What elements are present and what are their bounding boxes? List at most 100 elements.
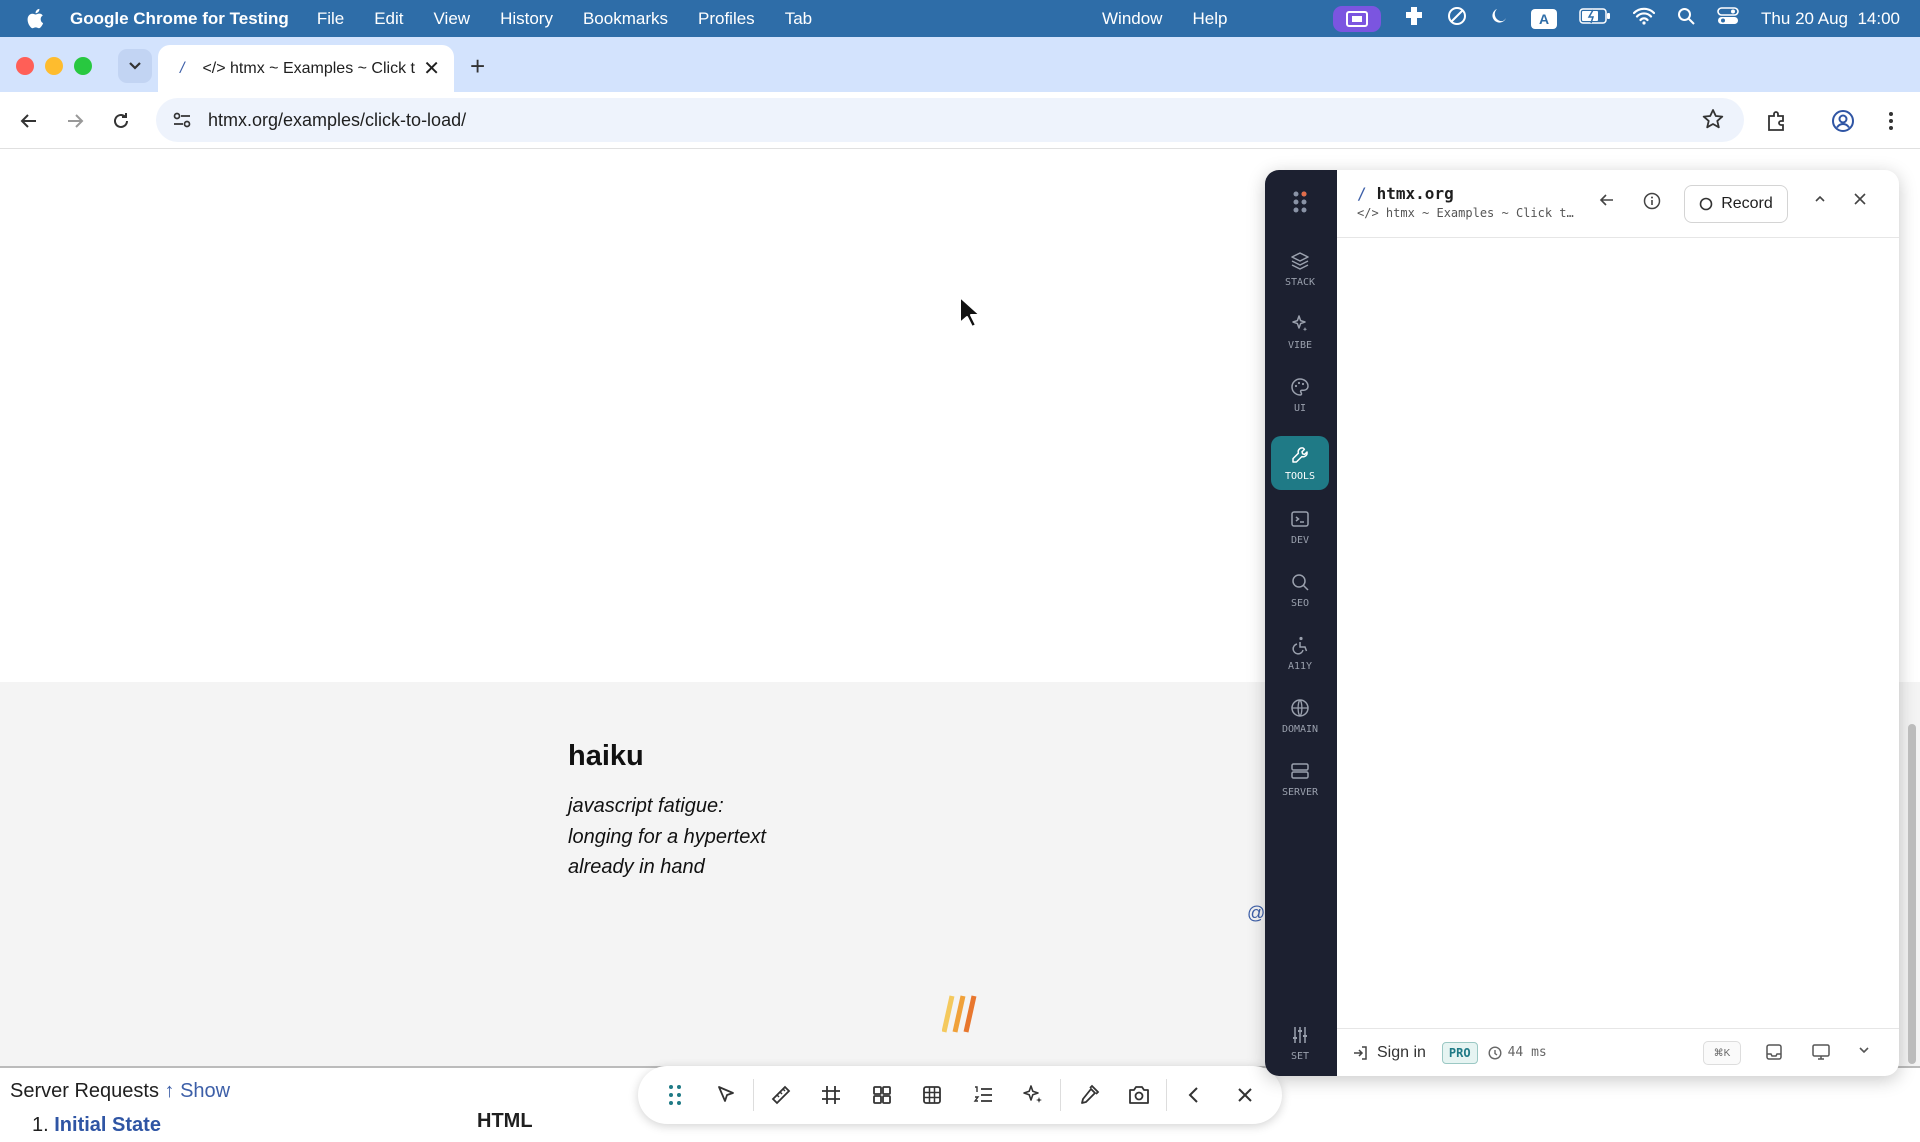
battery-icon[interactable] bbox=[1579, 8, 1611, 29]
sidebar-item-tools[interactable]: TOOLS bbox=[1271, 436, 1329, 490]
chevron-up-icon[interactable] bbox=[1813, 192, 1827, 211]
table-tool-button[interactable] bbox=[907, 1073, 957, 1117]
maximize-window-button[interactable] bbox=[74, 57, 92, 75]
sidebar-label-server: SERVER bbox=[1281, 786, 1319, 798]
chevron-left-icon bbox=[1188, 1087, 1199, 1103]
grid-tool-button[interactable] bbox=[806, 1073, 856, 1117]
host-name: htmx.org bbox=[1376, 184, 1454, 203]
menu-history[interactable]: History bbox=[500, 9, 553, 29]
sidebar-label-settings: SET bbox=[1290, 1050, 1310, 1062]
sidebar-item-stack[interactable]: STACK bbox=[1271, 242, 1329, 296]
spotlight-search-icon[interactable] bbox=[1677, 7, 1695, 30]
initial-state-link[interactable]: Initial State bbox=[54, 1114, 161, 1136]
control-center-icon[interactable] bbox=[1717, 7, 1739, 30]
panel-close-icon[interactable] bbox=[1853, 192, 1867, 211]
layout-tool-button[interactable] bbox=[857, 1073, 907, 1117]
chevron-down-icon bbox=[129, 62, 141, 70]
server-requests-label: Server Requests bbox=[10, 1080, 159, 1102]
grip-icon bbox=[669, 1085, 682, 1105]
record-label: Record bbox=[1721, 195, 1773, 212]
select-tool-button[interactable] bbox=[700, 1073, 750, 1117]
haiku-line-2: longing for a hypertext bbox=[568, 826, 766, 848]
ai-tool-button[interactable] bbox=[1008, 1073, 1058, 1117]
close-window-button[interactable] bbox=[16, 57, 34, 75]
bookmark-star-icon[interactable] bbox=[1702, 108, 1724, 130]
menu-window[interactable]: Window bbox=[1102, 9, 1162, 29]
screen-share-icon[interactable] bbox=[1333, 5, 1382, 32]
color-picker-button[interactable] bbox=[1063, 1073, 1113, 1117]
sidebar-item-domain[interactable]: DOMAIN bbox=[1271, 689, 1329, 743]
inbox-icon[interactable] bbox=[1765, 1043, 1783, 1066]
info-icon[interactable] bbox=[1643, 192, 1661, 215]
ruler-tool-button[interactable] bbox=[756, 1073, 806, 1117]
clock-datetime[interactable]: Thu 20 Aug 14:00 bbox=[1761, 9, 1900, 29]
address-bar[interactable]: htmx.org/examples/click-to-load/ bbox=[156, 98, 1744, 142]
reload-button[interactable] bbox=[106, 106, 136, 136]
wrench-icon bbox=[1292, 446, 1308, 463]
clock-icon bbox=[1488, 1045, 1502, 1060]
sidebar-label-tools: TOOLS bbox=[1284, 470, 1316, 482]
command-shortcut[interactable]: ⌘K bbox=[1703, 1041, 1741, 1065]
hash-grid-icon bbox=[822, 1086, 841, 1104]
extensions-button[interactable] bbox=[1762, 106, 1792, 136]
sidebar-item-settings[interactable]: SET bbox=[1271, 1016, 1329, 1070]
site-settings-icon[interactable] bbox=[172, 110, 192, 130]
sidebar-item-a11y[interactable]: A11Y bbox=[1271, 626, 1329, 680]
chrome-menu-button[interactable] bbox=[1876, 106, 1906, 136]
sidebar-item-dev[interactable]: DEV bbox=[1271, 500, 1329, 554]
apple-icon[interactable] bbox=[0, 8, 70, 29]
arrow-right-icon bbox=[68, 114, 84, 128]
url-text[interactable]: htmx.org/examples/click-to-load/ bbox=[208, 110, 466, 131]
plugin-icon[interactable] bbox=[1403, 5, 1425, 32]
floating-tools-bar bbox=[638, 1066, 1282, 1124]
extension-logo-icon[interactable] bbox=[1289, 190, 1311, 219]
focus-icon[interactable] bbox=[1447, 6, 1467, 31]
wifi-icon[interactable] bbox=[1632, 7, 1656, 30]
screen-cast-icon[interactable] bbox=[1811, 1043, 1831, 1066]
menu-help[interactable]: Help bbox=[1192, 9, 1227, 29]
sidebar-item-server[interactable]: SERVER bbox=[1271, 752, 1329, 806]
server-request-item: 1. Initial State bbox=[32, 1114, 161, 1137]
menu-edit[interactable]: Edit bbox=[374, 9, 403, 29]
profile-button[interactable] bbox=[1828, 106, 1858, 136]
pro-badge[interactable]: PRO bbox=[1441, 1041, 1478, 1064]
extension-panel: STACK VIBE UI TOOLS DEV SEO A11Y DOMAIN bbox=[1265, 170, 1899, 1076]
sidebar-item-ui[interactable]: UI bbox=[1271, 368, 1329, 422]
forward-button[interactable] bbox=[60, 106, 90, 136]
sidebar-item-seo[interactable]: SEO bbox=[1271, 563, 1329, 617]
sidebar-label-stack: STACK bbox=[1284, 276, 1316, 288]
screenshot-button[interactable] bbox=[1114, 1073, 1164, 1117]
menu-file[interactable]: File bbox=[317, 9, 344, 29]
haiku-line-1: javascript fatigue: bbox=[568, 795, 724, 817]
sidebar-label-dev: DEV bbox=[1290, 534, 1310, 546]
app-name-menu[interactable]: Google Chrome for Testing bbox=[70, 9, 289, 29]
drag-handle[interactable] bbox=[650, 1073, 700, 1117]
menu-bookmarks[interactable]: Bookmarks bbox=[583, 9, 668, 29]
chevron-down-icon[interactable] bbox=[1857, 1043, 1871, 1062]
menu-tab[interactable]: Tab bbox=[785, 9, 812, 29]
minimize-window-button[interactable] bbox=[45, 57, 63, 75]
back-button[interactable] bbox=[14, 106, 44, 136]
page-scrollbar[interactable] bbox=[1908, 724, 1916, 1064]
menu-view[interactable]: View bbox=[434, 9, 471, 29]
sidebar-item-vibe[interactable]: VIBE bbox=[1271, 305, 1329, 359]
active-tab[interactable]: / </> htmx ~ Examples ~ Click to Load ✕ bbox=[158, 45, 454, 92]
moon-icon[interactable] bbox=[1489, 6, 1509, 31]
palette-icon bbox=[1291, 377, 1309, 396]
input-source-icon[interactable]: A bbox=[1531, 8, 1558, 29]
menu-profiles[interactable]: Profiles bbox=[698, 9, 755, 29]
show-toggle[interactable]: ↑ Show bbox=[165, 1080, 231, 1102]
at-link[interactable]: @ bbox=[1247, 903, 1265, 924]
record-button[interactable]: Record bbox=[1684, 185, 1788, 223]
back-arrow-icon[interactable] bbox=[1599, 192, 1615, 213]
tab-search-button[interactable] bbox=[118, 49, 152, 83]
sign-in-button[interactable]: Sign in bbox=[1353, 1044, 1426, 1062]
tab-close-icon[interactable]: ✕ bbox=[423, 56, 440, 81]
sliders-icon bbox=[1293, 1026, 1307, 1043]
toolbar-divider bbox=[1060, 1079, 1062, 1111]
list-tool-button[interactable] bbox=[958, 1073, 1008, 1117]
collapse-toolbar-button[interactable] bbox=[1169, 1073, 1219, 1117]
new-tab-button[interactable]: + bbox=[470, 51, 485, 82]
close-toolbar-button[interactable] bbox=[1220, 1073, 1270, 1117]
terminal-icon bbox=[1291, 510, 1309, 527]
